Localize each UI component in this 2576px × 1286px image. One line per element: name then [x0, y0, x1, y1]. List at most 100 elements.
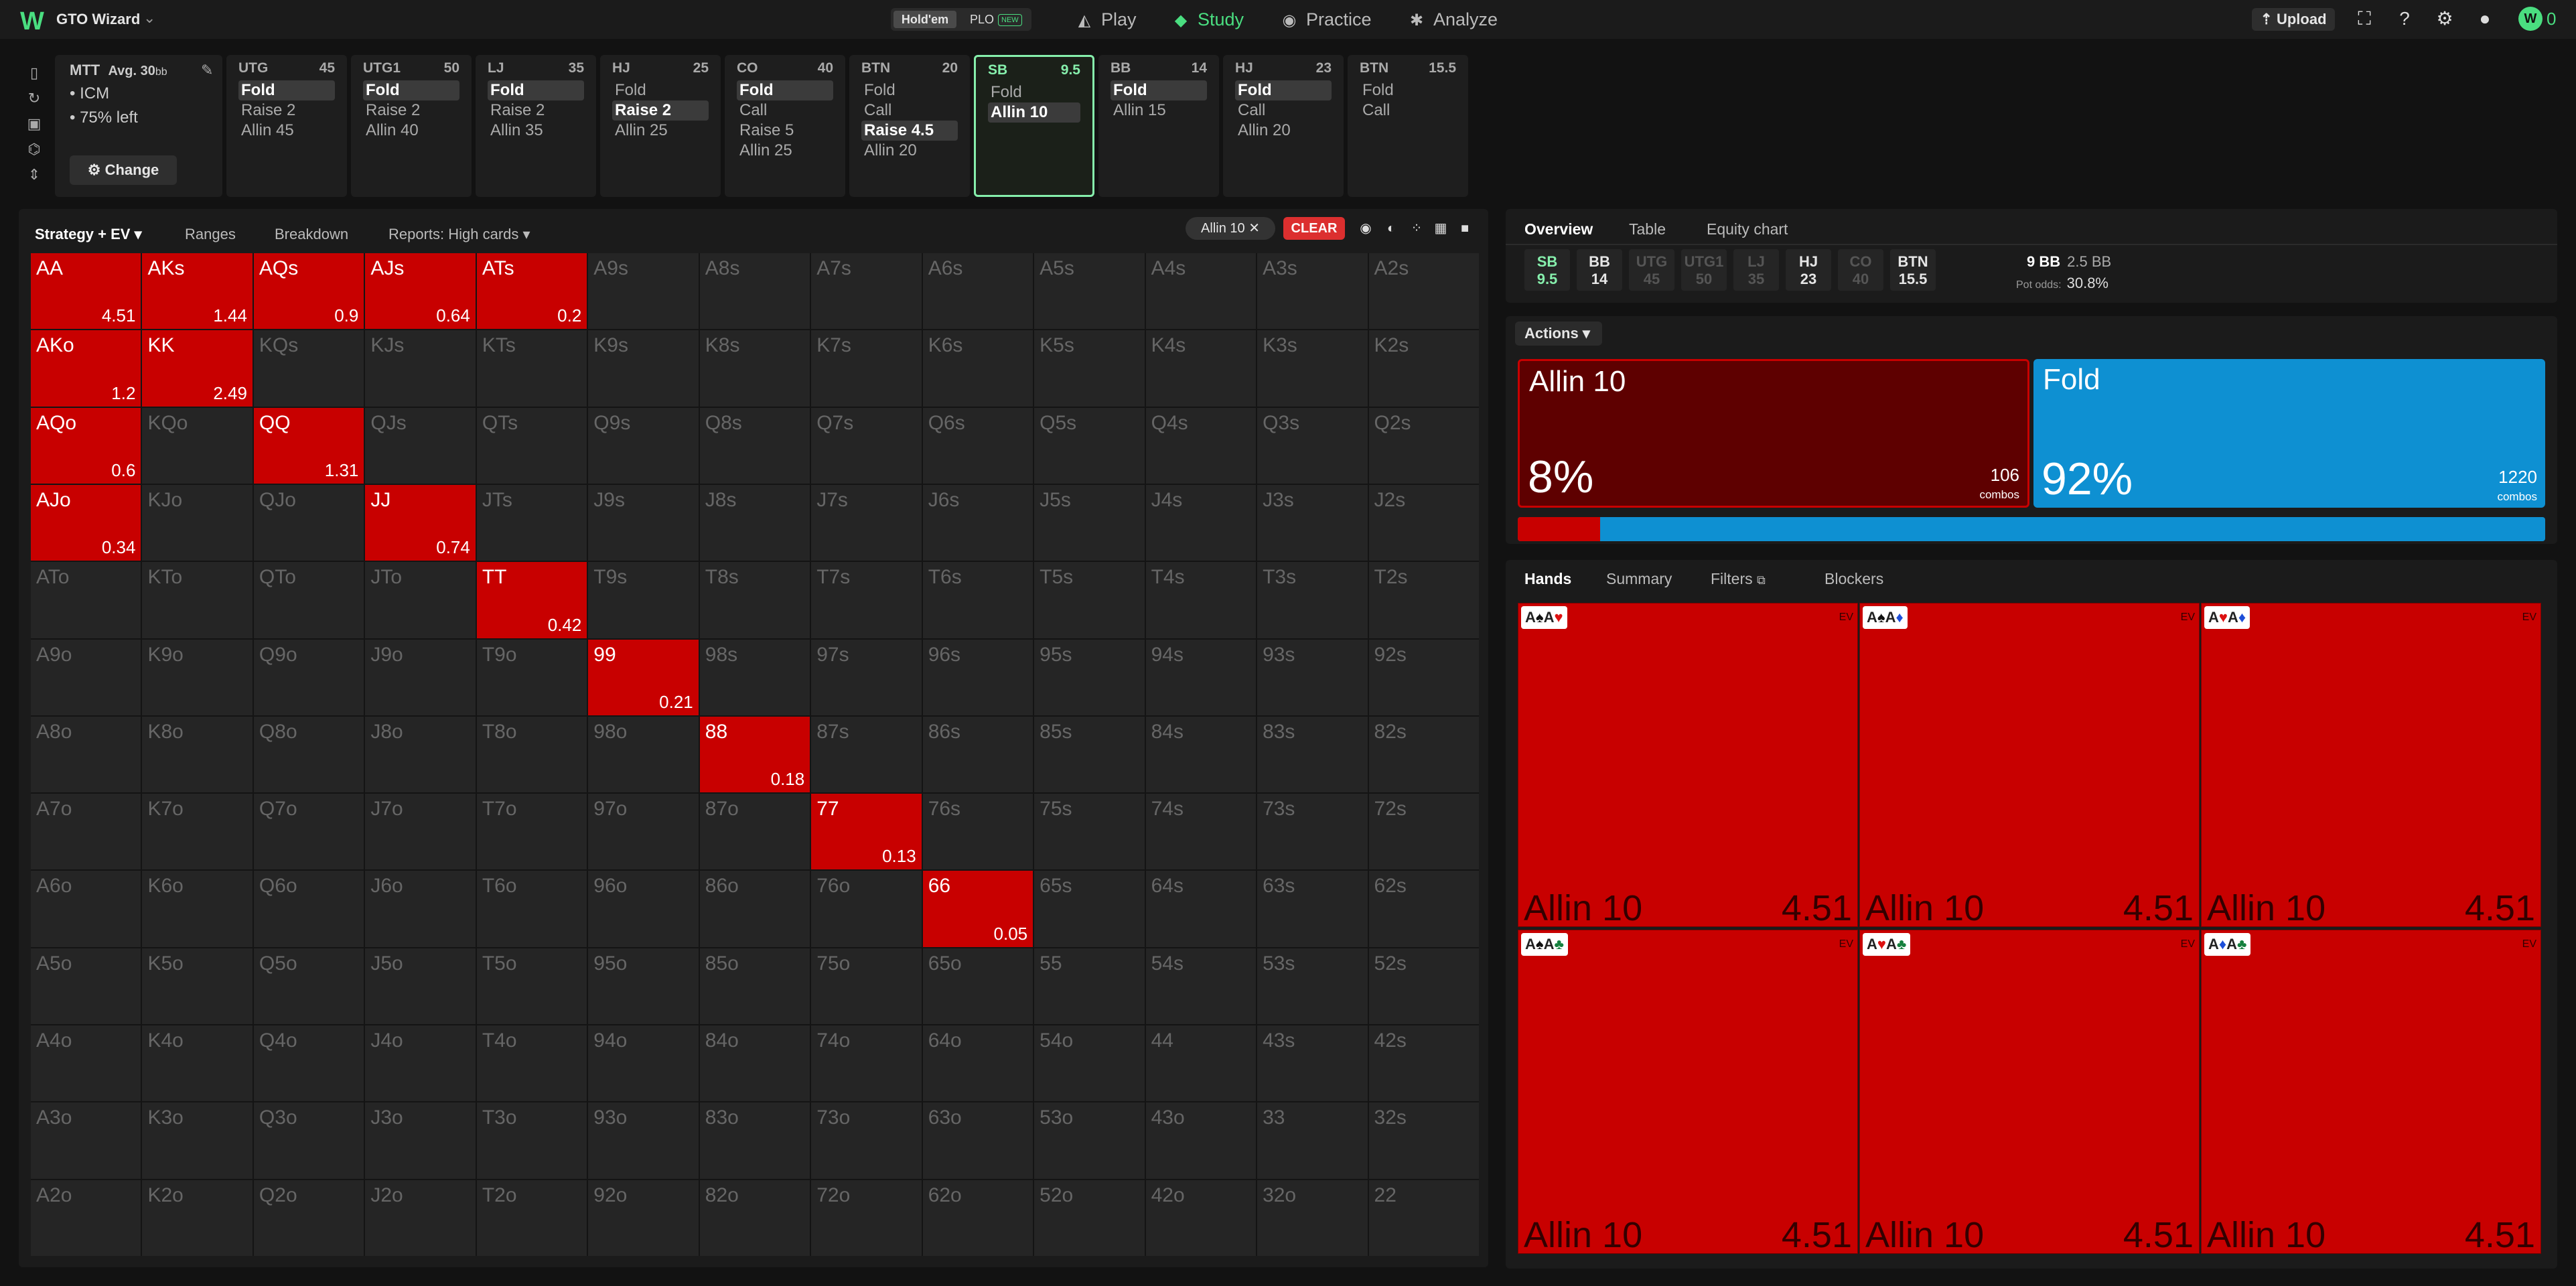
strategy-mode-dropdown[interactable]: Strategy + EV ▾: [35, 222, 142, 246]
hand-cell[interactable]: 95o: [588, 948, 699, 1025]
tab-hands[interactable]: Hands: [1524, 565, 1571, 592]
tab-table[interactable]: Table: [1629, 216, 1666, 242]
hand-cell[interactable]: 54s: [1145, 948, 1257, 1025]
position-action[interactable]: Call: [1360, 100, 1456, 121]
nav-practice[interactable]: ◉ Practice: [1279, 7, 1372, 32]
hand-cell[interactable]: 84o: [699, 1025, 810, 1102]
position-action[interactable]: Call: [737, 100, 833, 121]
hand-cell[interactable]: 99 0.21: [588, 639, 699, 715]
nav-analyze[interactable]: ✱ Analyze: [1407, 7, 1498, 32]
hand-cell[interactable]: A3s: [1257, 253, 1368, 330]
hand-cell[interactable]: Q5o: [253, 948, 364, 1025]
hand-cell[interactable]: T6s: [922, 562, 1033, 638]
hand-cell[interactable]: A5s: [1034, 253, 1145, 330]
hand-cell[interactable]: 52o: [1034, 1180, 1145, 1256]
player-tile-co[interactable]: CO 40: [1838, 249, 1883, 291]
hand-cell[interactable]: 96o: [588, 871, 699, 947]
hand-cell[interactable]: A7o: [31, 794, 141, 870]
hand-cell[interactable]: K8s: [699, 330, 810, 407]
combo-tile[interactable]: A♥A♦ EV Allin 10 4.51: [2201, 603, 2541, 928]
hand-cell[interactable]: 55: [1034, 948, 1145, 1025]
player-tile-sb[interactable]: SB 9.5: [1524, 249, 1570, 291]
hand-cell[interactable]: 83s: [1257, 716, 1368, 793]
gto-wizard-logo-icon[interactable]: W: [20, 7, 44, 36]
hand-cell[interactable]: JTo: [365, 562, 476, 638]
hand-cell[interactable]: 85s: [1034, 716, 1145, 793]
position-action[interactable]: Allin 40: [363, 121, 459, 141]
hand-cell[interactable]: 75s: [1034, 794, 1145, 870]
align-icon[interactable]: ⇕: [19, 162, 50, 188]
hand-cell[interactable]: 62o: [922, 1180, 1033, 1256]
combo-tile[interactable]: A♥A♣ EV Allin 10 4.51: [1859, 930, 2200, 1255]
plo-option[interactable]: PLO: [970, 11, 994, 28]
hand-cell[interactable]: 86s: [922, 716, 1033, 793]
hand-cell[interactable]: 87o: [699, 794, 810, 870]
hand-cell[interactable]: J7s: [811, 484, 922, 561]
hand-cell[interactable]: Q8s: [699, 407, 810, 484]
position-action[interactable]: Call: [861, 100, 958, 121]
hand-cell[interactable]: 82s: [1368, 716, 1479, 793]
hand-cell[interactable]: J8s: [699, 484, 810, 561]
hand-cell[interactable]: Q9s: [588, 407, 699, 484]
hand-cell[interactable]: K4s: [1145, 330, 1257, 407]
position-action[interactable]: Fold: [1235, 80, 1332, 100]
hand-cell[interactable]: T5o: [476, 948, 587, 1025]
hand-cell[interactable]: K9o: [142, 639, 253, 715]
position-action[interactable]: Fold: [1360, 80, 1456, 100]
hand-cell[interactable]: KJs: [365, 330, 476, 407]
hand-cell[interactable]: 42s: [1368, 1025, 1479, 1102]
gamepad-icon[interactable]: ⌬: [19, 137, 50, 162]
position-action[interactable]: Allin 35: [488, 121, 584, 141]
help-icon[interactable]: ?: [2392, 7, 2417, 31]
hand-cell[interactable]: T4s: [1145, 562, 1257, 638]
hand-cell[interactable]: K8o: [142, 716, 253, 793]
nav-study[interactable]: ◆ Study: [1171, 7, 1244, 32]
position-card-btn[interactable]: BTN 15.5 Fold Call: [1348, 55, 1468, 197]
hand-cell[interactable]: JTs: [476, 484, 587, 561]
hand-cell[interactable]: T5s: [1034, 562, 1145, 638]
position-action[interactable]: Raise 5: [737, 121, 833, 141]
hand-cell[interactable]: QJs: [365, 407, 476, 484]
hand-cell[interactable]: A7s: [811, 253, 922, 330]
hand-cell[interactable]: J9s: [588, 484, 699, 561]
hand-cell[interactable]: 76s: [922, 794, 1033, 870]
account-icon[interactable]: ●: [2473, 7, 2497, 31]
grid-small-icon[interactable]: ⁘: [1407, 218, 1427, 238]
hand-cell[interactable]: K5o: [142, 948, 253, 1025]
combo-tile[interactable]: A♠A♣ EV Allin 10 4.51: [1518, 930, 1858, 1255]
hand-cell[interactable]: 73o: [811, 1102, 922, 1179]
hand-cell[interactable]: 82o: [699, 1180, 810, 1256]
hand-cell[interactable]: T2o: [476, 1180, 587, 1256]
hand-cell[interactable]: Q7o: [253, 794, 364, 870]
hand-cell[interactable]: T6o: [476, 871, 587, 947]
hand-cell[interactable]: A3o: [31, 1102, 141, 1179]
hand-cell[interactable]: 62s: [1368, 871, 1479, 947]
hand-cell[interactable]: 42o: [1145, 1180, 1257, 1256]
position-card-hj[interactable]: HJ 23 Fold Call Allin 20: [1223, 55, 1344, 197]
position-card-utg[interactable]: UTG 45 Fold Raise 2 Allin 45: [226, 55, 347, 197]
combo-tile[interactable]: A♦A♣ EV Allin 10 4.51: [2201, 930, 2541, 1255]
hand-cell[interactable]: T2s: [1368, 562, 1479, 638]
hand-cell[interactable]: AQo 0.6: [31, 407, 141, 484]
position-action[interactable]: Raise 2: [363, 100, 459, 121]
clear-button[interactable]: CLEAR: [1283, 217, 1345, 240]
brand-name[interactable]: GTO Wizard: [56, 11, 140, 28]
holdem-option[interactable]: Hold'em: [893, 11, 956, 28]
hand-cell[interactable]: 72s: [1368, 794, 1479, 870]
hand-cell[interactable]: QTo: [253, 562, 364, 638]
hand-cell[interactable]: T3o: [476, 1102, 587, 1179]
position-action[interactable]: Fold: [363, 80, 459, 100]
hand-cell[interactable]: KJo: [142, 484, 253, 561]
hand-cell[interactable]: AA 4.51: [31, 253, 141, 330]
position-action[interactable]: Allin 25: [612, 121, 709, 141]
hand-cell[interactable]: 93s: [1257, 639, 1368, 715]
hand-cell[interactable]: AQs 0.9: [253, 253, 364, 330]
hand-cell[interactable]: 65s: [1034, 871, 1145, 947]
position-action[interactable]: Raise 2: [488, 100, 584, 121]
hand-cell[interactable]: K6o: [142, 871, 253, 947]
hand-cell[interactable]: J3s: [1257, 484, 1368, 561]
player-tile-bb[interactable]: BB 14: [1577, 249, 1622, 291]
hand-cell[interactable]: Q2s: [1368, 407, 1479, 484]
hand-cell[interactable]: AKo 1.2: [31, 330, 141, 407]
hand-cell[interactable]: Q4s: [1145, 407, 1257, 484]
